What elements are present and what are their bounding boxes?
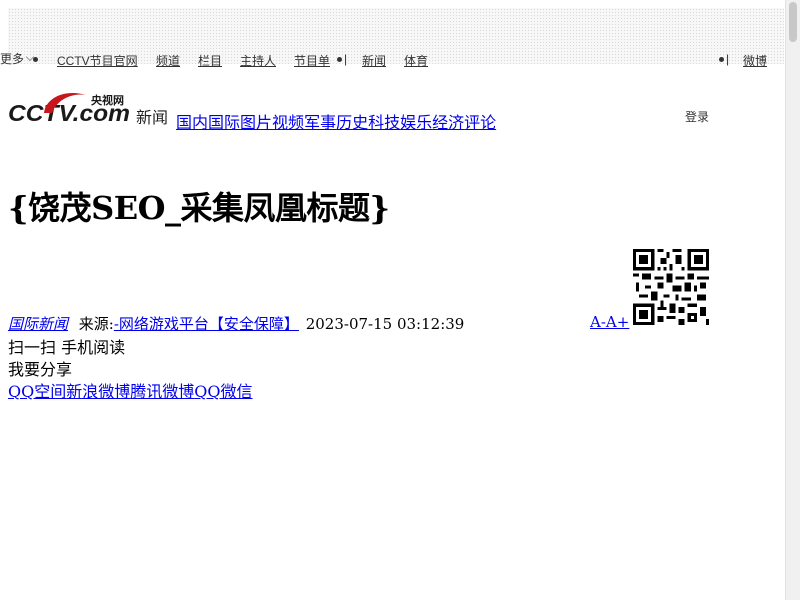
share-qzone[interactable]: QQ空间 <box>8 382 66 401</box>
scrollbar-thumb[interactable] <box>789 2 797 42</box>
main-nav-military[interactable]: 军事 <box>304 113 336 132</box>
main-nav-economy[interactable]: 经济 <box>432 113 464 132</box>
top-nav-cctv-programs[interactable]: CCTV节目官网 <box>57 52 138 69</box>
logo-brand-text: CCTV.com <box>8 100 130 125</box>
share-tencent-weibo[interactable]: 腾讯微博 <box>130 382 194 401</box>
top-nav-hosts[interactable]: 主持人 <box>240 52 276 69</box>
share-links: QQ空间新浪微博腾讯微博QQ微信 <box>8 378 253 402</box>
bullet <box>337 57 342 62</box>
share-label: 我要分享 <box>8 360 73 379</box>
source-prefix: 来源: <box>78 315 114 333</box>
article-title: {饶茂SEO_采集凤凰标题} <box>8 189 390 227</box>
bullet <box>719 57 724 62</box>
category-link[interactable]: 国际新闻 <box>8 315 68 333</box>
main-nav-opinion[interactable]: 评论 <box>464 113 496 132</box>
scrollbar[interactable] <box>785 0 800 600</box>
source-link[interactable]: -网络游戏平台【安全保障】 <box>114 315 299 333</box>
main-nav-tech[interactable]: 科技 <box>368 113 400 132</box>
font-size-controls: A-A+ <box>590 313 629 331</box>
bullet <box>33 57 38 62</box>
top-nav: CCTV节目官网 频道 栏目 主持人 节目单 | 新闻 体育 更多 | 微博 <box>0 50 786 70</box>
top-nav-more-label: 更多 <box>0 52 25 66</box>
separator: | <box>344 52 348 66</box>
font-smaller-button[interactable]: A- <box>590 313 606 331</box>
logo-section-label: 新闻 <box>136 110 169 127</box>
top-nav-columns[interactable]: 栏目 <box>198 52 222 69</box>
top-nav-more[interactable]: 更多 <box>0 52 35 66</box>
main-nav-photos[interactable]: 图片 <box>240 113 272 132</box>
scan-text: 扫一扫 手机阅读 <box>8 338 126 357</box>
top-nav-channels[interactable]: 频道 <box>156 52 180 69</box>
share-sina-weibo[interactable]: 新浪微博 <box>66 382 130 401</box>
font-larger-button[interactable]: A+ <box>606 313 629 331</box>
article-meta: 国际新闻 来源:-网络游戏平台【安全保障】 2023-07-15 03:12:3… <box>8 313 464 334</box>
qr-code-icon <box>633 249 709 325</box>
main-nav-entertainment[interactable]: 娱乐 <box>400 113 432 132</box>
login-link[interactable]: 登录 <box>685 108 709 125</box>
top-nav-sports[interactable]: 体育 <box>404 52 428 69</box>
main-nav: 国内国际图片视频军事历史科技娱乐经济评论 <box>176 109 496 133</box>
main-nav-international[interactable]: 国际 <box>208 113 240 132</box>
top-nav-schedule[interactable]: 节目单 <box>294 52 330 69</box>
main-nav-domestic[interactable]: 国内 <box>176 113 208 132</box>
share-qq[interactable]: QQ <box>194 382 220 401</box>
share-wechat[interactable]: 微信 <box>221 382 253 401</box>
main-nav-history[interactable]: 历史 <box>336 113 368 132</box>
top-nav-weibo[interactable]: 微博 <box>743 52 767 69</box>
cctv-logo[interactable]: 央视网 CCTV.com <box>8 87 130 125</box>
top-nav-news[interactable]: 新闻 <box>362 52 386 69</box>
main-nav-video[interactable]: 视频 <box>272 113 304 132</box>
publish-datetime: 2023-07-15 03:12:39 <box>305 315 465 333</box>
separator: | <box>726 52 730 66</box>
